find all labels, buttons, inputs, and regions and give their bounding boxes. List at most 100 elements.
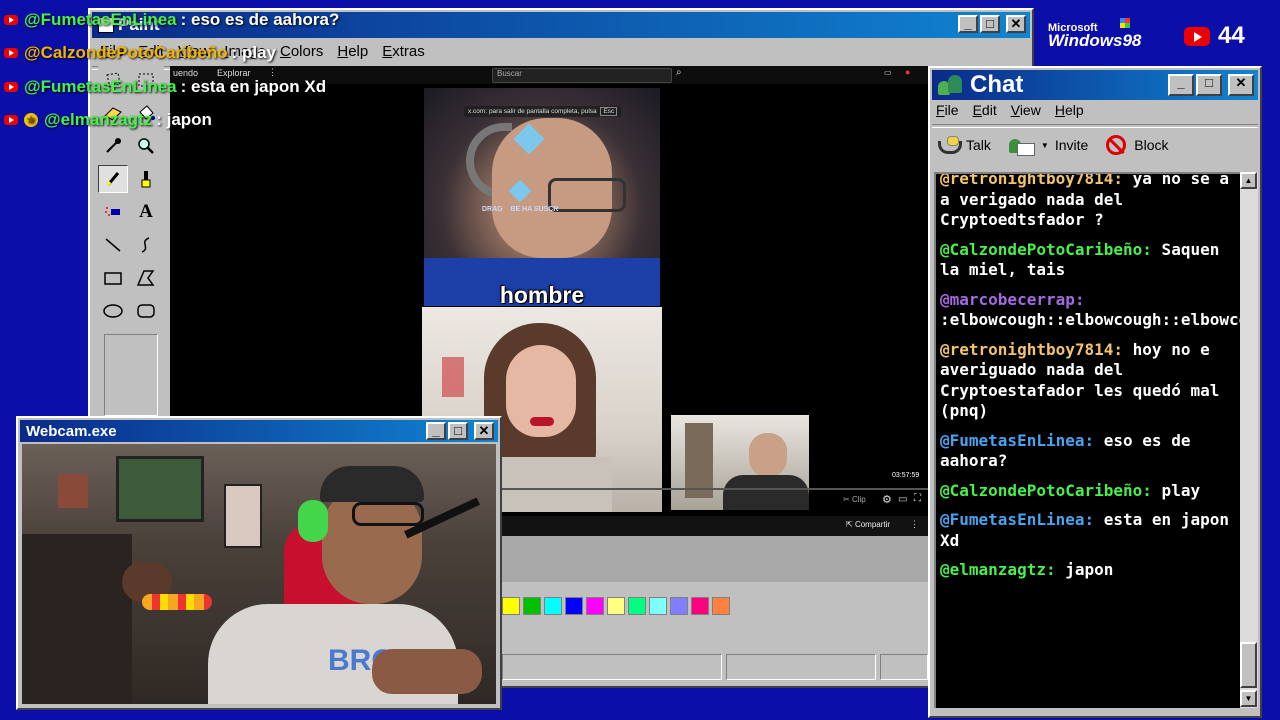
rectangle-tool[interactable] <box>98 264 128 292</box>
chat-scrollbar[interactable]: ▲ ▼ <box>1240 172 1258 708</box>
overlay-username: @FumetasEnLinea <box>24 10 177 29</box>
minimize-button[interactable]: _ <box>958 15 978 33</box>
menu-view[interactable]: View <box>1011 102 1041 118</box>
talk-icon <box>936 135 962 155</box>
airbrush-tool[interactable] <box>98 198 128 226</box>
maximize-button[interactable]: □ <box>448 422 468 440</box>
palette-swatch[interactable] <box>565 597 583 615</box>
theater-icon[interactable]: ▭ <box>898 494 907 505</box>
poster-shape-2 <box>224 484 262 548</box>
palette-swatch[interactable] <box>649 597 667 615</box>
door-shape <box>685 423 713 498</box>
rounded-rectangle-tool[interactable] <box>131 297 161 325</box>
minimize-button[interactable]: _ <box>1168 74 1194 96</box>
chat-title: Chat <box>970 71 1024 98</box>
line-tool[interactable] <box>98 231 128 259</box>
search-input[interactable]: Buscar <box>492 68 672 83</box>
block-button[interactable]: Block <box>1106 135 1169 155</box>
chat-messages-area[interactable]: @retronightboy7814: ya no se a a verigad… <box>934 172 1240 708</box>
man-head <box>749 433 787 477</box>
close-button[interactable]: ✕ <box>474 422 494 440</box>
palette-swatch[interactable] <box>523 597 541 615</box>
curve-tool[interactable] <box>131 231 161 259</box>
status-panel-2 <box>726 654 876 680</box>
chat-message: @retronightboy7814: ya no se a a verigad… <box>940 172 1232 231</box>
chat-username: @retronightboy7814: <box>940 172 1124 188</box>
chat-message: @FumetasEnLinea: esta en japon Xd <box>940 510 1232 551</box>
paint-statusbar <box>500 650 928 684</box>
eyedropper-tool[interactable] <box>98 132 128 160</box>
invite-button[interactable]: ▼ Invite <box>1008 135 1088 156</box>
menu-file[interactable]: File <box>936 102 959 118</box>
palette-swatch[interactable] <box>670 597 688 615</box>
close-button[interactable]: ✕ <box>1228 74 1254 96</box>
chat-message: @elmanzagtz: japon <box>940 560 1232 581</box>
palette-swatch[interactable] <box>502 597 520 615</box>
invite-dropdown-icon[interactable]: ▼ <box>1041 141 1049 150</box>
youtube-icon <box>4 115 18 125</box>
youtube-icon <box>4 15 18 25</box>
minimize-button[interactable]: _ <box>426 422 446 440</box>
overlay-chat-line: ★ @elmanzagtz : japon <box>4 108 212 132</box>
maximize-button[interactable]: □ <box>980 15 1000 33</box>
fullscreen-icon[interactable]: ⛶ <box>914 493 921 504</box>
menu-help[interactable]: Help <box>337 43 368 60</box>
chat-message: @CalzondePotoCaribeño: play <box>940 481 1232 502</box>
record-icon[interactable]: ● <box>905 67 910 77</box>
overlay-username: @FumetasEnLinea <box>24 77 177 96</box>
glasses-shape <box>352 502 424 526</box>
clip-button[interactable]: ✂ Clip <box>843 495 866 504</box>
pencil-tool[interactable] <box>98 165 128 193</box>
window-icon[interactable]: ▭ <box>884 68 892 77</box>
ellipse-tool[interactable] <box>98 297 128 325</box>
talk-label: Talk <box>966 137 991 153</box>
chat-message: @FumetasEnLinea: eso es de aahora? <box>940 431 1232 472</box>
magnifier-tool[interactable] <box>131 132 161 160</box>
scroll-thumb[interactable] <box>1240 642 1257 688</box>
overlay-message: : esta en japon Xd <box>180 77 327 96</box>
fullscreen-hint: x.com: para salir de pantalla completa, … <box>464 106 622 117</box>
scroll-down-button[interactable]: ▼ <box>1240 690 1257 707</box>
share-button[interactable]: ⇱ Compartir <box>846 520 890 529</box>
chat-message: @CalzondePotoCaribeño: Saquen la miel, t… <box>940 240 1232 281</box>
video-top-frame: x.com: para salir de pantalla completa, … <box>424 88 660 306</box>
palette-swatch[interactable] <box>691 597 709 615</box>
settings-icon[interactable]: ⚙ <box>882 493 892 506</box>
talk-button[interactable]: Talk <box>936 135 991 155</box>
chat-text: play <box>1151 480 1201 500</box>
search-placeholder: Buscar <box>497 69 522 78</box>
esc-key[interactable]: Esc <box>600 107 618 116</box>
viewer-counter: 44 <box>1184 22 1245 50</box>
menu-extras[interactable]: Extras <box>382 43 425 60</box>
youtube-icon <box>4 48 18 58</box>
search-icon[interactable]: ⌕ <box>676 67 682 78</box>
menu-help[interactable]: Help <box>1055 102 1084 118</box>
video-progress-bar[interactable] <box>500 488 928 490</box>
chat-titlebar[interactable]: Chat _ □ ✕ <box>932 70 1258 100</box>
palette-swatch[interactable] <box>586 597 604 615</box>
palette-swatch[interactable] <box>712 597 730 615</box>
close-button[interactable]: ✕ <box>1006 15 1026 33</box>
tool-options-box[interactable] <box>104 334 158 416</box>
chat-toolbar: Talk ▼ Invite Block <box>936 130 1169 160</box>
maximize-button[interactable]: □ <box>1196 74 1222 96</box>
block-icon <box>1106 135 1127 155</box>
webcam-window: Webcam.exe _ □ ✕ BROKE <box>16 416 502 710</box>
text-tool[interactable]: A <box>131 198 161 226</box>
window-shape <box>442 357 464 397</box>
palette-swatch[interactable] <box>607 597 625 615</box>
chat-message-list: @retronightboy7814: ya no se a a verigad… <box>940 174 1240 590</box>
chat-menubar: File Edit View Help <box>936 102 1084 118</box>
palette-swatch[interactable] <box>628 597 646 615</box>
menu-colors[interactable]: Colors <box>280 43 323 60</box>
brush-tool[interactable] <box>131 165 161 193</box>
overlay-chat-line: @FumetasEnLinea : eso es de aahora? <box>4 8 339 32</box>
webcam-titlebar[interactable]: Webcam.exe _ □ ✕ <box>20 420 498 442</box>
webcam-feed: BROKE <box>22 444 496 704</box>
menu-edit[interactable]: Edit <box>973 102 997 118</box>
overlay-chat-line: @CalzondePotoCaribeño : play <box>4 41 276 65</box>
palette-swatch[interactable] <box>544 597 562 615</box>
polygon-tool[interactable] <box>131 264 161 292</box>
more-options-icon[interactable]: ⋮ <box>910 519 919 530</box>
scroll-up-button[interactable]: ▲ <box>1240 172 1257 189</box>
